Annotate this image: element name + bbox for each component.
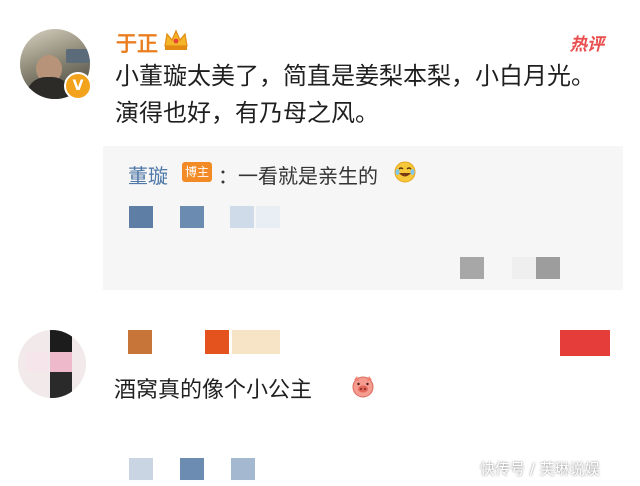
redacted-block — [231, 458, 255, 480]
avatar[interactable] — [18, 330, 86, 398]
redacted-block — [128, 330, 152, 354]
laugh-cry-emoji-icon — [394, 161, 416, 183]
redacted-block — [560, 330, 610, 356]
reply-text: ：一看就是亲生的 — [218, 164, 378, 188]
comment-username[interactable]: 于正 — [116, 28, 158, 58]
avatar-pixel — [50, 352, 72, 372]
redacted-block — [205, 330, 229, 354]
avatar-pixel — [50, 372, 72, 398]
reply-author[interactable]: 董璇 — [128, 160, 168, 189]
redacted-block — [460, 257, 484, 279]
watermark: 快传号 / 芙琳说娱 — [480, 460, 600, 478]
redacted-block — [256, 206, 280, 228]
redacted-block — [232, 330, 280, 354]
redacted-block — [230, 206, 254, 228]
redacted-block — [180, 206, 204, 228]
avatar-pixel — [26, 352, 48, 372]
redacted-block — [180, 458, 204, 480]
redacted-block — [129, 206, 153, 228]
pig-emoji-icon — [352, 376, 374, 398]
crown-icon — [164, 29, 188, 50]
avatar-pixel — [50, 330, 72, 352]
blogger-badge: 博主 — [182, 162, 212, 182]
redacted-block — [512, 257, 536, 279]
avatar-background-sign — [66, 49, 90, 63]
comment-text: 酒窝真的像个小公主 — [114, 378, 313, 403]
hot-comment-tag: 热评 — [570, 35, 604, 55]
verified-badge-icon: V — [64, 72, 92, 100]
redacted-block — [129, 458, 153, 480]
comment-text: 小董璇太美了，简直是姜梨本梨，小白月光。演得也好，有乃母之风。 — [115, 62, 595, 127]
redacted-block — [536, 257, 560, 279]
